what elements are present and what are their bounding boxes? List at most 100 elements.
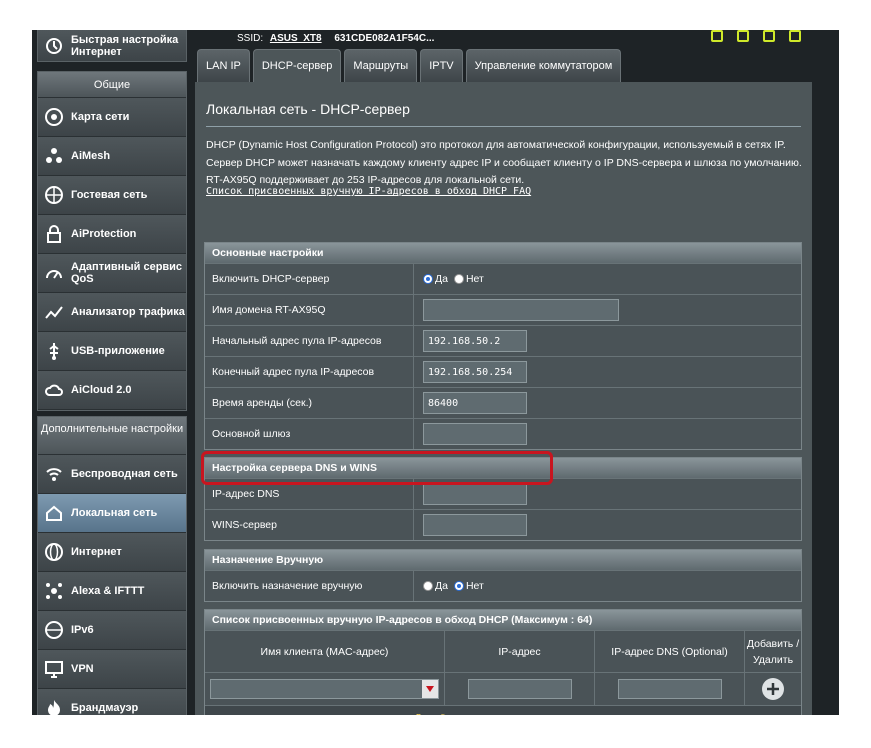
basic-settings-header: Основные настройки — [205, 243, 801, 263]
home-icon — [43, 502, 65, 524]
basic-settings-section: Основные настройки Включить DHCP-сервер … — [204, 242, 802, 450]
radio-unselected-icon — [423, 581, 433, 591]
advanced-menu: Дополнительные настройки Беспроводная се… — [37, 416, 187, 715]
ssid-link[interactable]: ASUS_XT8 — [270, 33, 322, 44]
usb-status-icon[interactable] — [789, 30, 801, 42]
manual-assignment-section: Назначение Вручную Включить назначение в… — [204, 549, 802, 602]
col-dns: IP-адрес DNS (Optional) — [595, 631, 745, 672]
tab-iptv[interactable]: IPTV — [420, 49, 463, 82]
qos-icon — [43, 262, 65, 284]
page-description: DHCP (Dynamic Host Configuration Protoco… — [206, 139, 802, 186]
pool-end-input[interactable]: 192.168.50.254 — [423, 361, 527, 383]
page-title: Локальная сеть - DHCP-сервер — [206, 101, 410, 117]
sidebar-item-aimesh[interactable]: AiMesh — [38, 137, 186, 176]
sidebar-item-wireless[interactable]: Беспроводная сеть — [38, 455, 186, 494]
domain-name-input[interactable] — [423, 299, 619, 321]
radio-selected-icon — [423, 274, 433, 284]
manual-enable-row: Включить назначение вручную Да Нет — [205, 570, 801, 601]
status-bar: SSID: ASUS_XT8 631CDE082A1F54C... — [195, 30, 839, 48]
manual-enable-no-radio[interactable]: Нет — [453, 580, 484, 592]
wins-server-input[interactable] — [423, 514, 527, 536]
pool-start-input[interactable]: 192.168.50.2 — [423, 330, 527, 352]
manual-enable-yes-radio[interactable]: Да — [423, 580, 448, 592]
usb-icon — [43, 340, 65, 362]
traffic-analyzer-icon — [43, 301, 65, 323]
domain-row: Имя домена RT-AX95Q — [205, 294, 801, 325]
sidebar-item-aicloud[interactable]: AiCloud 2.0 — [38, 371, 186, 410]
lock-icon — [43, 223, 65, 245]
app-status-icon[interactable] — [711, 30, 723, 42]
pool-start-row: Начальный адрес пула IP-адресов 192.168.… — [205, 325, 801, 356]
title-divider — [206, 126, 801, 127]
add-entry-button[interactable] — [762, 678, 784, 700]
wins-row: WINS-сервер — [205, 509, 801, 540]
globe-icon — [43, 541, 65, 563]
manual-list-section: Список присвоенных вручную IP-адресов в … — [204, 609, 802, 715]
general-menu: Общие Карта сети AiMesh Гостевая сеть Ai… — [37, 71, 187, 411]
advanced-header: Дополнительные настройки — [38, 417, 186, 455]
manual-ip-input[interactable] — [467, 679, 572, 699]
sidebar-item-firewall[interactable]: Брандмауэр — [38, 689, 186, 715]
tab-switch-control[interactable]: Управление коммутатором — [465, 49, 622, 82]
network-map-icon — [43, 106, 65, 128]
empty-table-message: В таблице отсутствуют данные. — [205, 705, 801, 715]
sidebar: Быстрая настройка Интернет Общие Карта с… — [32, 30, 187, 715]
tab-lan-ip[interactable]: LAN IP — [197, 49, 250, 82]
router-admin-window: Быстрая настройка Интернет Общие Карта с… — [32, 30, 839, 715]
pool-end-row: Конечный адрес пула IP-адресов 192.168.5… — [205, 356, 801, 387]
general-header: Общие — [38, 72, 186, 98]
sidebar-item-internet[interactable]: Интернет — [38, 533, 186, 572]
dhcp-enable-no-radio[interactable]: Нет — [453, 273, 484, 285]
status-icons — [711, 30, 801, 42]
sidebar-item-vpn[interactable]: VPN — [38, 650, 186, 689]
sidebar-item-network-map[interactable]: Карта сети — [38, 98, 186, 137]
vpn-icon — [43, 658, 65, 680]
aimesh-icon — [43, 145, 65, 167]
sidebar-item-qos[interactable]: Адаптивный сервис QoS — [38, 254, 186, 293]
wireless-status-icon[interactable] — [737, 30, 749, 42]
dns-field-highlight — [201, 451, 553, 485]
gateway-input[interactable] — [423, 423, 527, 445]
client-select[interactable] — [210, 679, 439, 699]
ssid-info: SSID: ASUS_XT8 631CDE082A1F54C... — [237, 33, 435, 44]
manual-dns-input[interactable] — [617, 679, 722, 699]
col-add-remove: Добавить / Удалить — [746, 637, 800, 666]
col-client-name: Имя клиента (MAC-адрес) — [205, 631, 445, 672]
sidebar-item-usb[interactable]: USB-приложение — [38, 332, 186, 371]
mac-address: 631CDE082A1F54C... — [334, 33, 435, 44]
cloud-icon — [43, 379, 65, 401]
dns-ip-input[interactable] — [423, 483, 527, 505]
lease-time-input[interactable]: 86400 — [423, 392, 527, 414]
faq-link[interactable]: Список присвоенных вручную IP-адресов в … — [206, 186, 531, 197]
radio-unselected-icon — [453, 274, 464, 284]
ipv6-icon — [43, 619, 65, 641]
sidebar-item-ipv6[interactable]: IPv6 — [38, 611, 186, 650]
tab-bar: LAN IP DHCP-сервер Маршруты IPTV Управле… — [197, 49, 624, 82]
sidebar-item-aiprotection[interactable]: AiProtection — [38, 215, 186, 254]
sidebar-item-traffic-analyzer[interactable]: Анализатор трафика — [38, 293, 186, 332]
tab-routes[interactable]: Маршруты — [344, 49, 418, 82]
internet-status-icon[interactable] — [763, 30, 775, 42]
chevron-down-icon[interactable] — [422, 680, 438, 698]
dhcp-enable-row: Включить DHCP-сервер Да Нет — [205, 263, 801, 294]
manual-list-header: Список присвоенных вручную IP-адресов в … — [205, 610, 801, 630]
lease-time-row: Время аренды (сек.) 86400 — [205, 387, 801, 418]
tab-dhcp-server[interactable]: DHCP-сервер — [252, 49, 342, 82]
plus-icon — [767, 683, 779, 695]
alexa-icon — [43, 580, 65, 602]
gateway-row: Основной шлюз — [205, 418, 801, 449]
sidebar-item-alexa[interactable]: Alexa & IFTTT — [38, 572, 186, 611]
sidebar-item-guest-network[interactable]: Гостевая сеть — [38, 176, 186, 215]
manual-list-columns: Имя клиента (MAC-адрес) IP-адрес IP-адре… — [205, 630, 801, 672]
dhcp-enable-yes-radio[interactable]: Да — [423, 273, 448, 285]
guest-network-icon — [43, 184, 65, 206]
col-ip: IP-адрес — [445, 631, 595, 672]
firewall-icon — [43, 697, 65, 715]
manual-list-input-row — [205, 672, 801, 705]
main-panel: Локальная сеть - DHCP-сервер DHCP (Dynam… — [195, 82, 812, 715]
sidebar-item-lan[interactable]: Локальная сеть — [38, 494, 186, 533]
wifi-icon — [43, 463, 65, 485]
sidebar-item-quick-setup[interactable]: Быстрая настройка Интернет — [37, 30, 187, 62]
radio-selected-icon — [453, 581, 464, 591]
quick-setup-icon — [43, 35, 65, 57]
